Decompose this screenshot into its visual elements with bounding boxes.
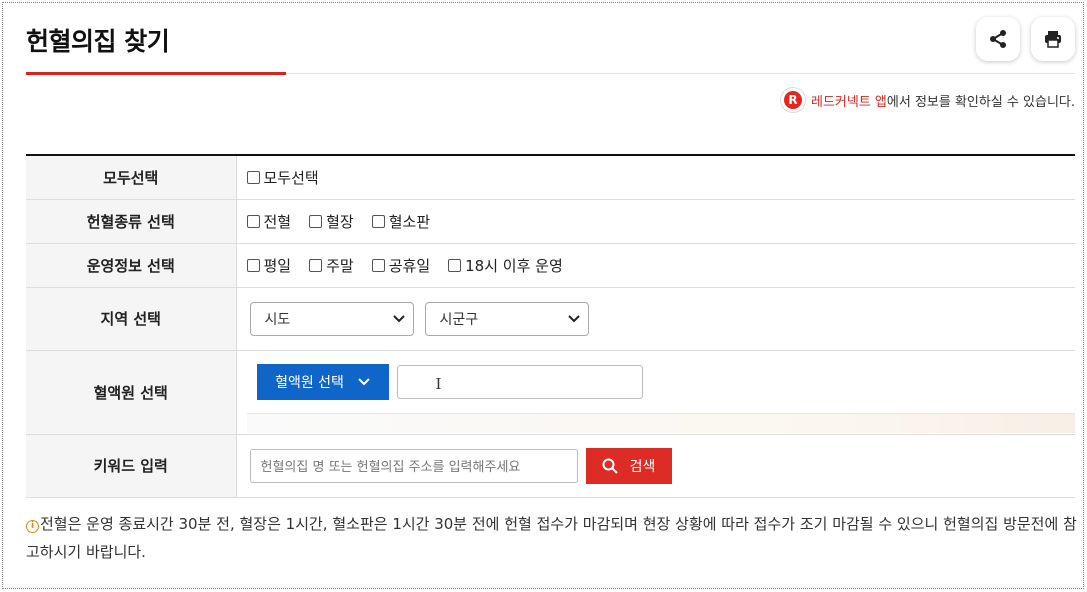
checkbox-box[interactable] xyxy=(246,258,260,272)
share-icon xyxy=(990,30,1006,48)
row-blood-center: 혈액원 선택 혈액원 선택 I xyxy=(26,350,1075,435)
checkbox-box[interactable] xyxy=(371,214,385,228)
chevron-down-icon xyxy=(358,378,370,386)
select-all-label: 모두선택 xyxy=(26,155,237,200)
blood-center-label: 혈액원 선택 xyxy=(26,350,237,435)
row-keyword: 키워드 입력 헌혈의집 명 또는 헌혈의집 주소를 입력해주세요 검색 xyxy=(26,434,1075,498)
checkbox-platelet[interactable]: 혈소판 xyxy=(371,211,430,232)
blood-center-result-strip xyxy=(246,413,1075,433)
checkbox-box[interactable] xyxy=(448,258,462,272)
share-button[interactable] xyxy=(976,17,1020,61)
footnote: i 전혈은 운영 종료시간 30분 전, 혈장은 1시간, 혈소판은 1시간 30… xyxy=(26,510,1078,566)
operation-label: 운영정보 선택 xyxy=(26,243,237,288)
title-underline xyxy=(26,72,286,75)
checkbox-box[interactable] xyxy=(246,214,260,228)
blood-center-select-button[interactable]: 혈액원 선택 xyxy=(256,364,389,400)
sigungu-select[interactable]: 시군구 xyxy=(424,301,589,336)
checkbox-box[interactable] xyxy=(246,170,260,184)
checkbox-after-18[interactable]: 18시 이후 운영 xyxy=(448,255,563,276)
redconnect-logo-icon: R xyxy=(779,87,806,113)
sido-select[interactable]: 시도 xyxy=(249,301,414,336)
print-icon xyxy=(1045,31,1061,48)
keyword-input[interactable]: 헌혈의집 명 또는 헌혈의집 주소를 입력해주세요 xyxy=(249,448,578,483)
search-icon xyxy=(602,458,618,474)
checkbox-select-all[interactable]: 모두선택 xyxy=(246,167,319,188)
blood-center-input[interactable]: I xyxy=(396,365,643,399)
title-divider xyxy=(286,73,1075,74)
print-button[interactable] xyxy=(1031,17,1075,61)
app-notice-text: 에서 정보를 확인하실 수 있습니다. xyxy=(886,94,1075,110)
search-button[interactable]: 검색 xyxy=(585,447,672,484)
row-select-all: 모두선택 모두선택 xyxy=(26,155,1075,200)
checkbox-plasma[interactable]: 혈장 xyxy=(309,211,354,232)
checkbox-whole-blood[interactable]: 전혈 xyxy=(246,211,291,232)
row-donation-type: 헌혈종류 선택 전혈 혈장 혈소판 xyxy=(26,199,1075,244)
text-cursor-icon: I xyxy=(435,375,442,393)
search-form-table: 모두선택 모두선택 헌혈종류 선택 전혈 혈장 혈소판 운영정보 선택 평일 주… xyxy=(26,154,1075,498)
checkbox-box[interactable] xyxy=(309,214,323,228)
info-icon: i xyxy=(26,520,39,533)
checkbox-holiday[interactable]: 공휴일 xyxy=(371,255,430,276)
app-notice: R 레드커넥트 앱 에서 정보를 확인하실 수 있습니다. xyxy=(779,87,1075,113)
donation-type-label: 헌혈종류 선택 xyxy=(26,199,237,244)
chevron-down-icon xyxy=(392,314,405,322)
keyword-label: 키워드 입력 xyxy=(26,434,237,498)
row-operation: 운영정보 선택 평일 주말 공휴일 18시 이후 운영 xyxy=(26,243,1075,288)
chevron-down-icon xyxy=(567,314,580,322)
checkbox-box[interactable] xyxy=(309,258,323,272)
app-name-link[interactable]: 레드커넥트 앱 xyxy=(811,91,887,110)
page-title: 헌혈의집 찾기 xyxy=(26,27,170,56)
checkbox-weekend[interactable]: 주말 xyxy=(309,255,354,276)
footnote-text: 전혈은 운영 종료시간 30분 전, 혈장은 1시간, 혈소판은 1시간 30분… xyxy=(26,515,1077,561)
checkbox-weekday[interactable]: 평일 xyxy=(246,255,291,276)
row-region: 지역 선택 시도 시군구 xyxy=(26,287,1075,351)
checkbox-box[interactable] xyxy=(371,258,385,272)
region-label: 지역 선택 xyxy=(26,287,237,351)
